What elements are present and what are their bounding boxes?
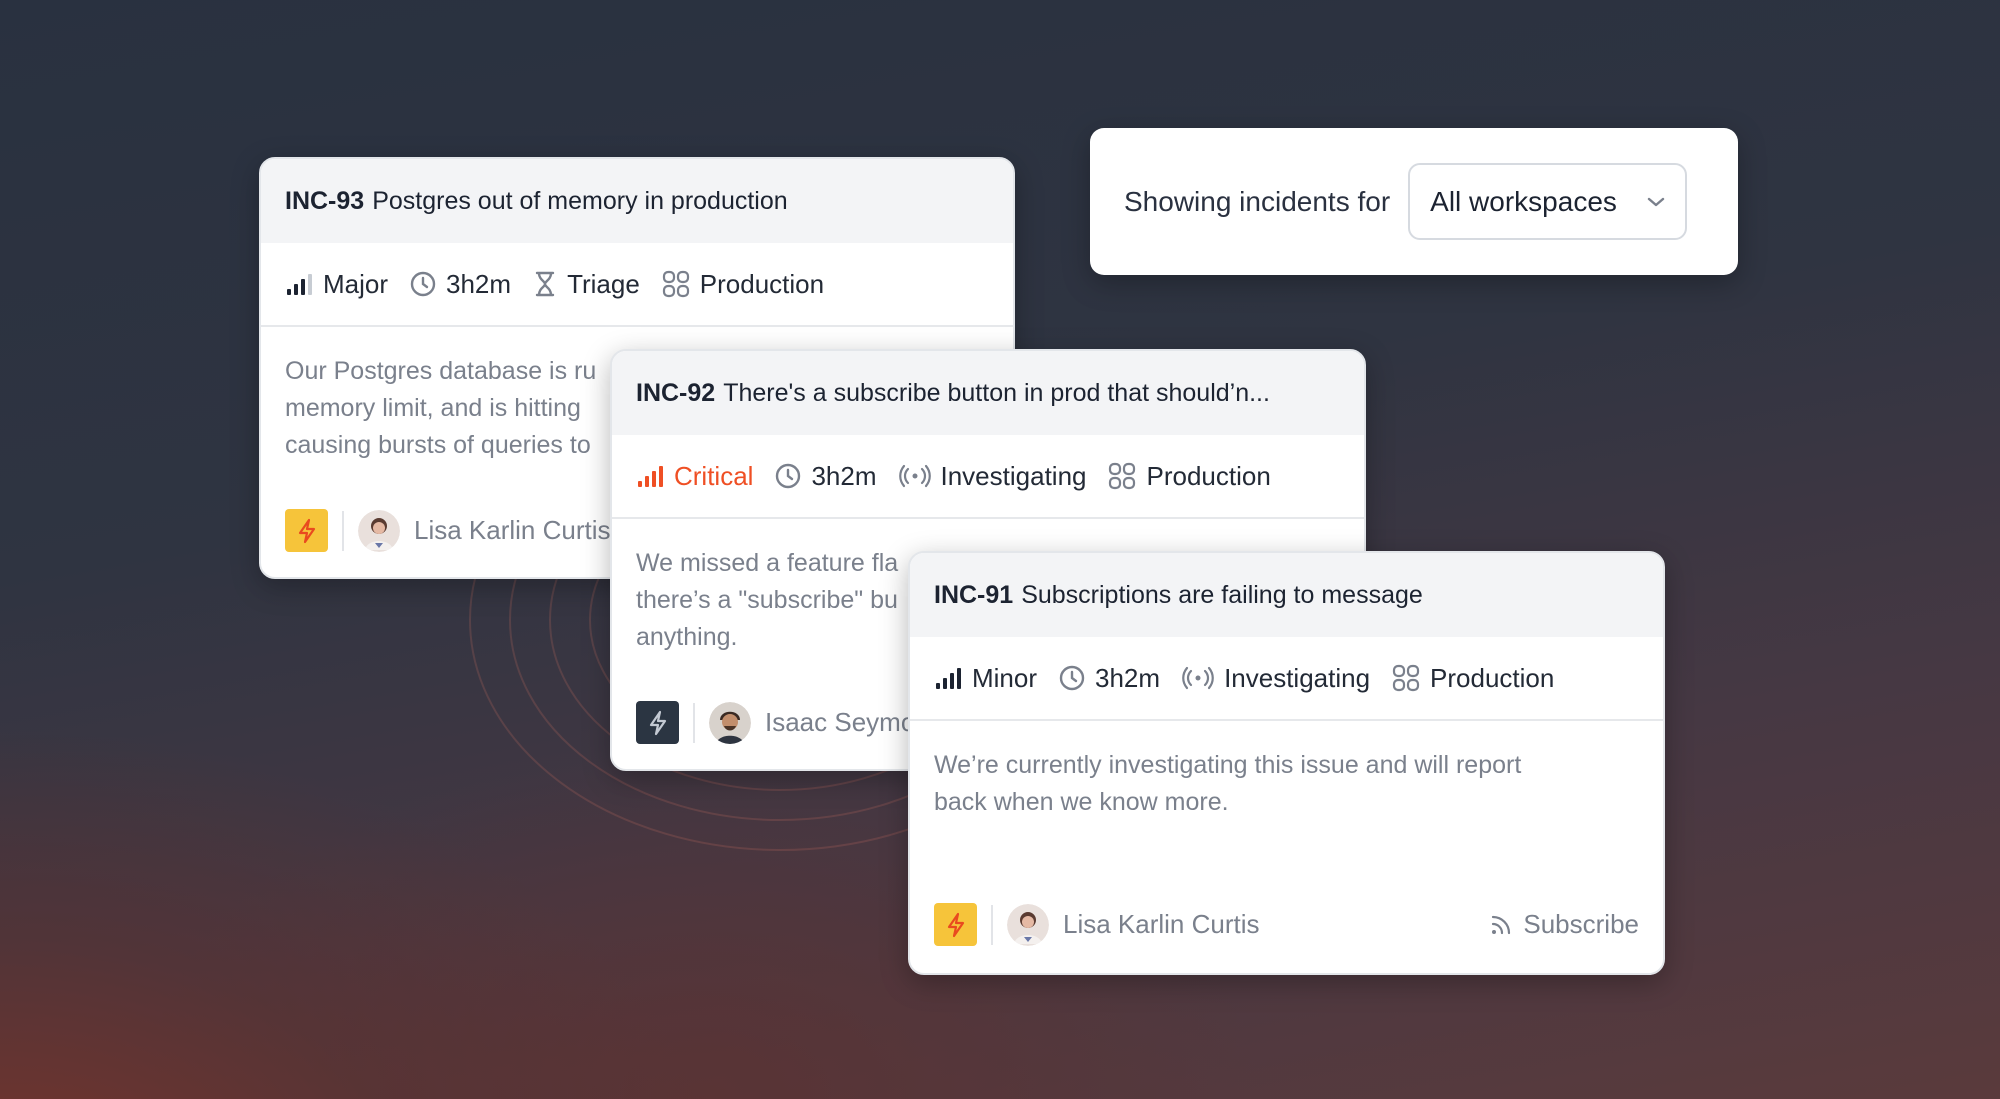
grid-icon xyxy=(1392,664,1420,692)
environment-label: Production xyxy=(699,268,825,299)
incident-header: INC-93 Postgres out of memory in product… xyxy=(261,159,1013,243)
incident-description: We’re currently investigating this issue… xyxy=(934,751,1522,816)
incident-id: INC-92 xyxy=(636,378,716,407)
status-label: Investigating xyxy=(940,460,1087,491)
environment: Production xyxy=(662,269,824,300)
broadcast-icon xyxy=(898,464,931,488)
severity: Major xyxy=(285,269,388,300)
clock-icon xyxy=(1059,665,1085,691)
duration: 3h2m xyxy=(410,269,511,300)
incident-title: Subscriptions are failing to message xyxy=(1021,580,1423,609)
filter-label: Showing incidents for xyxy=(1124,185,1391,217)
broadcast-icon xyxy=(1182,666,1214,690)
incident-footer: Lisa Karlin Curtis Subscribe xyxy=(934,903,1639,946)
duration-label: 3h2m xyxy=(446,268,512,299)
severity-label: Major xyxy=(323,268,389,299)
incident-meta: Major 3h2m Triage Production xyxy=(261,243,1013,327)
grid-icon xyxy=(662,270,689,298)
incident-id: INC-91 xyxy=(934,580,1014,609)
duration: 3h2m xyxy=(1059,663,1160,694)
incident-meta: Critical 3h2m Investigating Production xyxy=(612,435,1364,519)
lightning-icon[interactable] xyxy=(934,903,977,946)
severity-major-icon xyxy=(287,274,312,295)
incident-card-inc-91[interactable]: INC-91 Subscriptions are failing to mess… xyxy=(908,551,1665,975)
incident-title: Postgres out of memory in production xyxy=(372,186,788,215)
avatar xyxy=(709,701,751,744)
clock-icon xyxy=(776,463,801,489)
assignee-name: Isaac Seymo xyxy=(765,707,916,737)
duration-label: 3h2m xyxy=(1095,662,1161,693)
hourglass-icon xyxy=(535,271,555,297)
status: Triage xyxy=(533,269,640,300)
chevron-down-icon xyxy=(1647,197,1665,206)
avatar xyxy=(358,509,400,552)
divider xyxy=(342,510,344,551)
subscribe-label: Subscribe xyxy=(1523,909,1639,939)
environment-label: Production xyxy=(1146,460,1271,491)
workspace-select[interactable]: All workspaces xyxy=(1408,163,1688,240)
status-label: Investigating xyxy=(1224,662,1371,693)
status: Investigating xyxy=(898,460,1087,492)
duration-label: 3h2m xyxy=(811,460,877,491)
incident-title: There's a subscribe button in prod that … xyxy=(723,378,1270,407)
incident-meta: Minor 3h2m Investigating Production xyxy=(910,637,1663,721)
assignee-name: Lisa Karlin Curtis xyxy=(1063,909,1260,939)
rss-icon xyxy=(1492,915,1511,934)
severity: Critical xyxy=(636,461,753,492)
severity-label: Minor xyxy=(972,662,1038,693)
assignee-name: Lisa Karlin Curtis xyxy=(414,515,611,545)
subscribe-button[interactable]: Subscribe xyxy=(1489,909,1639,940)
status-label: Triage xyxy=(567,268,640,299)
incident-id: INC-93 xyxy=(285,186,365,215)
divider xyxy=(991,904,993,945)
lightning-icon[interactable] xyxy=(636,701,679,744)
severity-critical-icon xyxy=(638,466,663,487)
severity-minor-icon xyxy=(936,668,961,689)
divider xyxy=(693,702,695,743)
incident-header: INC-91 Subscriptions are failing to mess… xyxy=(910,553,1663,637)
severity-label: Critical xyxy=(674,460,754,491)
grid-icon xyxy=(1109,462,1136,490)
severity: Minor xyxy=(934,663,1037,694)
environment: Production xyxy=(1108,460,1271,492)
environment: Production xyxy=(1392,663,1554,694)
incident-header: INC-92 There's a subscribe button in pro… xyxy=(612,351,1364,435)
avatar xyxy=(1007,903,1049,946)
status: Investigating xyxy=(1182,663,1370,694)
duration: 3h2m xyxy=(775,460,877,492)
lightning-icon[interactable] xyxy=(285,509,328,552)
workspace-select-value: All workspaces xyxy=(1430,185,1617,217)
clock-icon xyxy=(410,271,436,297)
workspace-filter: Showing incidents for All workspaces xyxy=(1090,128,1738,275)
environment-label: Production xyxy=(1430,662,1555,693)
